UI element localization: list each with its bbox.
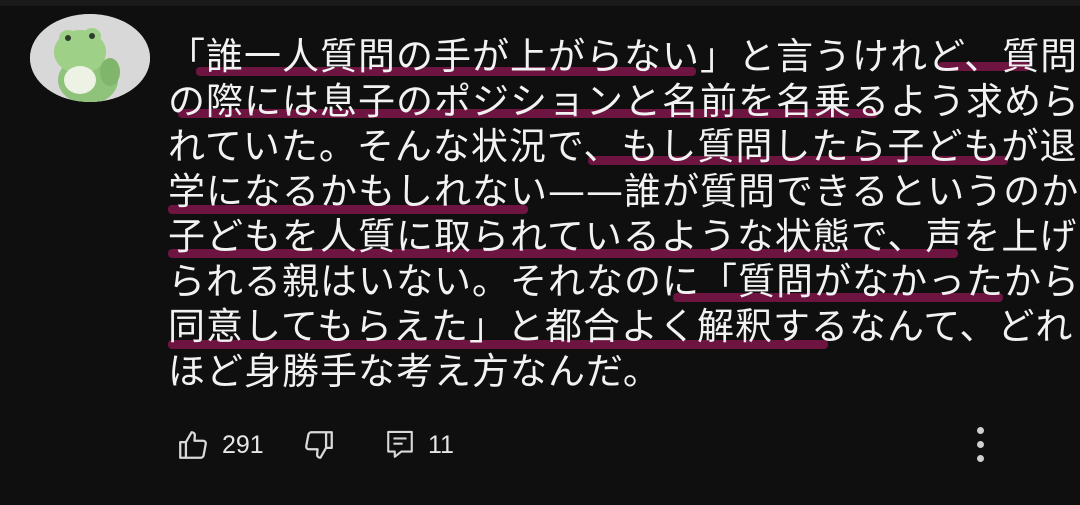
- reply-button[interactable]: 11: [384, 425, 454, 465]
- comment-line: 同意してもらえた」と都合よく解釈するなんて、どれ: [168, 305, 1074, 349]
- reply-count: 11: [428, 430, 454, 459]
- comment-line: られる親はいない。それなのに「質問がなかったから: [168, 260, 1080, 303]
- comment-line: ほど身勝手な考え方なんだ。: [168, 350, 661, 393]
- dot: [977, 441, 984, 448]
- dot: [977, 427, 984, 434]
- comment-line: 学になるかもしれない——誰が質問できるというのか。: [168, 170, 1080, 214]
- thumbs-up-icon: [176, 428, 210, 462]
- dot: [977, 455, 984, 462]
- comment-line: 「誰一人質問の手が上がらない」と言うけれど、質問: [168, 35, 1079, 78]
- thumbs-down-icon: [302, 428, 336, 462]
- dislike-button[interactable]: [302, 425, 336, 465]
- comment-line: の際には息子のポジションと名前を名乗るよう求めら: [168, 80, 1080, 123]
- comment-text: 「誰一人質問の手が上がらない」と言うけれど、質問 の際には息子のポジションと名前…: [168, 34, 1080, 394]
- like-count: 291: [222, 430, 264, 459]
- avatar[interactable]: [30, 14, 150, 102]
- more-vertical-icon[interactable]: [966, 425, 996, 465]
- comment-actions: 291 11: [176, 425, 1046, 465]
- comment-icon: [384, 428, 416, 462]
- comment-line: 子どもを人質に取られているような状態で、声を上げ: [168, 215, 1078, 258]
- comment-line: れていた。そんな状況で、もし質問したら子どもが退: [168, 125, 1078, 168]
- like-button[interactable]: 291: [176, 425, 264, 465]
- top-divider: [0, 0, 1080, 6]
